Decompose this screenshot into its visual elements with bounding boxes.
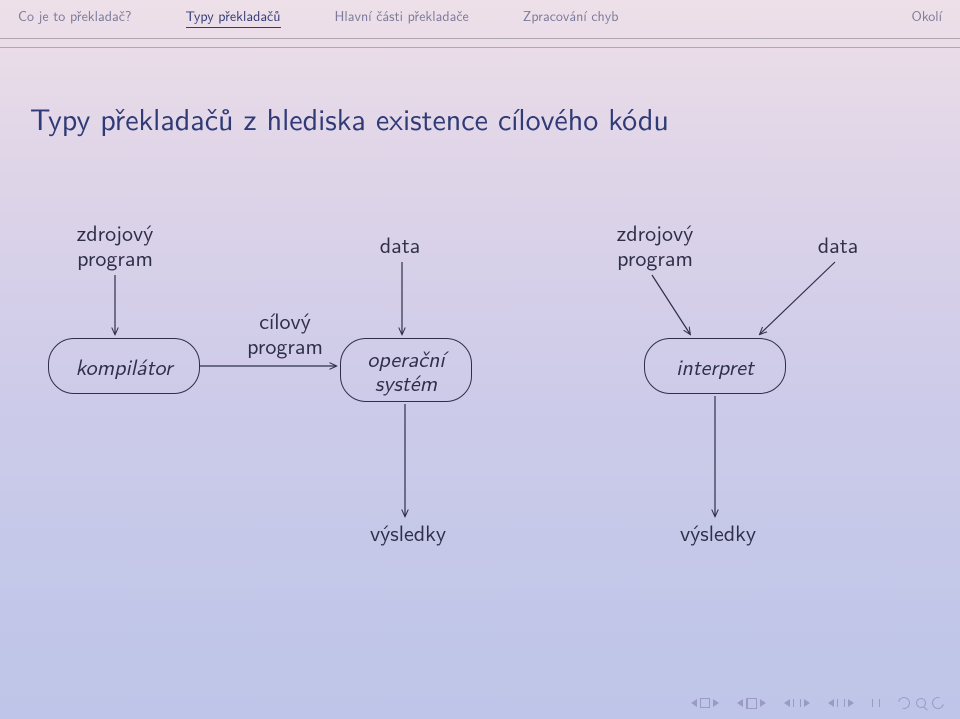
nav-item-3[interactable]: Zpracování chyb bbox=[523, 6, 619, 26]
beamer-footer-controls bbox=[691, 697, 944, 709]
nav-item-4[interactable]: Okolí bbox=[912, 6, 942, 26]
nav-forward-icon[interactable] bbox=[828, 699, 854, 707]
refresh-icon[interactable] bbox=[896, 695, 912, 711]
nav-item-0[interactable]: Co je to překladač? bbox=[18, 6, 132, 26]
diagram: zdrojový program kompilátor cílový progr… bbox=[30, 220, 930, 650]
redo-icon[interactable] bbox=[930, 695, 946, 711]
nav-prev-icon[interactable] bbox=[737, 698, 766, 709]
nav-first-icon[interactable] bbox=[691, 698, 719, 708]
nav-item-1[interactable]: Typy překladačů bbox=[186, 6, 281, 28]
page-title: Typy překladačů z hlediska existence cíl… bbox=[30, 96, 960, 140]
nav-back-icon[interactable] bbox=[784, 699, 810, 707]
search-icon[interactable] bbox=[916, 698, 926, 708]
diagram-arrows bbox=[30, 220, 930, 650]
nav-item-2[interactable]: Hlavní části překladače bbox=[335, 6, 469, 26]
nav-end-icon[interactable] bbox=[872, 699, 880, 707]
section-nav: Co je to překladač? Typy překladačů Hlav… bbox=[0, 0, 960, 38]
